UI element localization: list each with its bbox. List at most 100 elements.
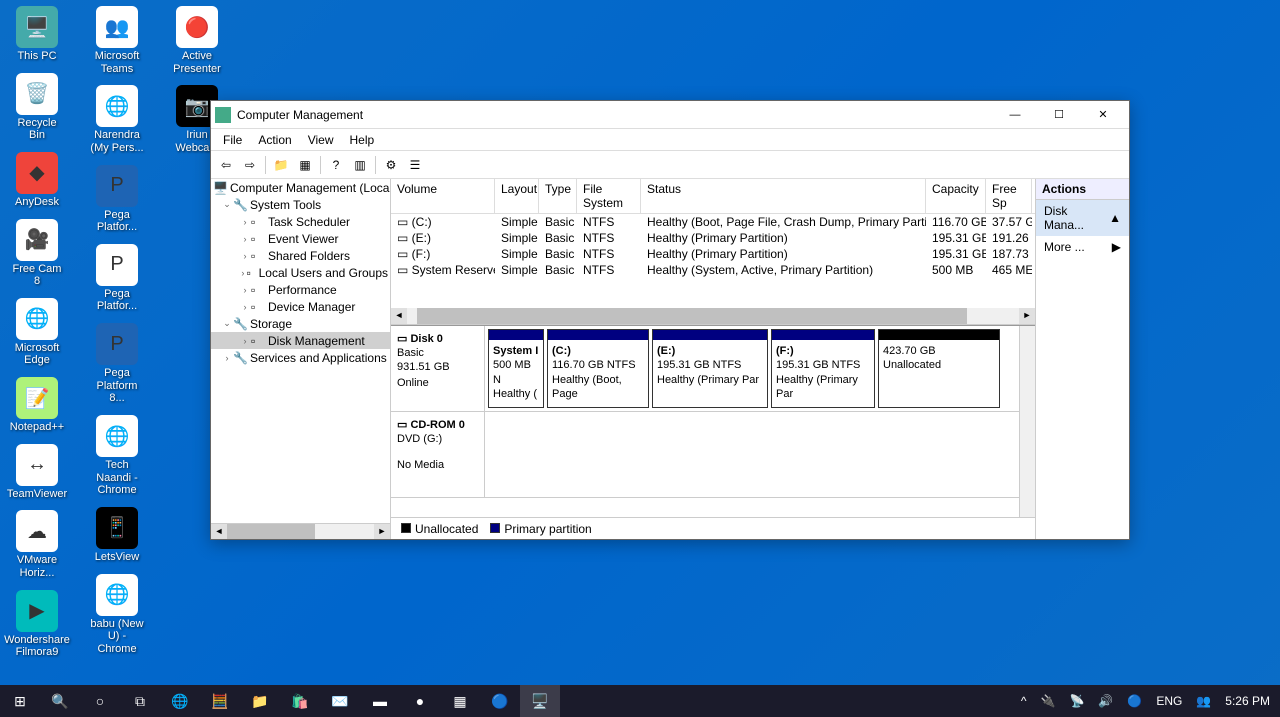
- volume-row[interactable]: ▭ (C:)SimpleBasic NTFSHealthy (Boot, Pag…: [391, 214, 1035, 230]
- edge-icon[interactable]: 🌐: [160, 685, 200, 717]
- tree-item[interactable]: ›▫Shared Folders: [211, 247, 390, 264]
- menubar: File Action View Help: [211, 129, 1129, 151]
- mail-icon[interactable]: ✉️: [320, 685, 360, 717]
- start-button[interactable]: ⊞: [0, 685, 40, 717]
- partition[interactable]: (C:)116.70 GB NTFSHealthy (Boot, Page: [547, 329, 649, 408]
- desktop-icon[interactable]: ◆AnyDesk: [6, 150, 68, 211]
- volume-hscrollbar[interactable]: ◄►: [391, 308, 1035, 324]
- tray-icon[interactable]: ENG: [1152, 694, 1186, 708]
- partition[interactable]: (E:)195.31 GB NTFSHealthy (Primary Par: [652, 329, 768, 408]
- tree-item[interactable]: ›▫Local Users and Groups: [211, 264, 390, 281]
- tree-root[interactable]: 🖥️Computer Management (Local: [211, 179, 390, 196]
- actions-item[interactable]: Disk Mana...▲: [1036, 200, 1129, 236]
- legend-item: Unallocated: [401, 522, 478, 536]
- column-header[interactable]: Type: [539, 179, 577, 213]
- calc-icon[interactable]: 🧮: [200, 685, 240, 717]
- taskview-icon[interactable]: ⧉: [120, 685, 160, 717]
- back-icon[interactable]: ⇦: [215, 154, 237, 176]
- disk-vscrollbar[interactable]: [1019, 326, 1035, 517]
- desktop-icon[interactable]: 🌐Tech Naandi - Chrome: [86, 413, 148, 499]
- desktop-icon[interactable]: 🔴Active Presenter: [166, 4, 228, 77]
- partition[interactable]: System I500 MB NHealthy (: [488, 329, 544, 408]
- column-header[interactable]: Status: [641, 179, 926, 213]
- compmgmt-icon[interactable]: 🖥️: [520, 685, 560, 717]
- minimize-button[interactable]: —: [993, 102, 1037, 128]
- disk-row[interactable]: ▭ Disk 0Basic931.51 GBOnline System I500…: [391, 326, 1019, 412]
- volume-row[interactable]: ▭ System ReservedSimpleBasic NTFSHealthy…: [391, 262, 1035, 278]
- view-icon[interactable]: ▦: [294, 154, 316, 176]
- app2-icon[interactable]: ●: [400, 685, 440, 717]
- tray-icon[interactable]: 📡: [1065, 694, 1088, 708]
- column-header[interactable]: Layout: [495, 179, 539, 213]
- desktop-icon[interactable]: 🌐babu (New U) - Chrome: [86, 572, 148, 658]
- menu-help[interactable]: Help: [342, 131, 383, 149]
- tray-icon[interactable]: 🔌: [1037, 694, 1060, 708]
- disk-graphical-view[interactable]: ▭ Disk 0Basic931.51 GBOnline System I500…: [391, 325, 1035, 517]
- app3-icon[interactable]: ▦: [440, 685, 480, 717]
- desktop-icon[interactable]: 📱LetsView: [86, 505, 148, 566]
- desktop-icon[interactable]: ▶Wondershare Filmora9: [6, 588, 68, 661]
- column-header[interactable]: Free Sp: [986, 179, 1032, 213]
- tray-icon[interactable]: ^: [1017, 694, 1031, 708]
- desktop-icon[interactable]: 🖥️This PC: [6, 4, 68, 65]
- menu-file[interactable]: File: [215, 131, 250, 149]
- desktop-icon[interactable]: 🌐Microsoft Edge: [6, 296, 68, 369]
- list-icon[interactable]: ☰: [404, 154, 426, 176]
- tray-icon[interactable]: 👥: [1192, 694, 1215, 708]
- up-icon[interactable]: 📁: [270, 154, 292, 176]
- desktop-icon[interactable]: 📝Notepad++: [6, 375, 68, 436]
- explorer-icon[interactable]: 📁: [240, 685, 280, 717]
- desktop-icon[interactable]: 👥Microsoft Teams: [86, 4, 148, 77]
- settings-icon[interactable]: ⚙: [380, 154, 402, 176]
- menu-action[interactable]: Action: [250, 131, 299, 149]
- clock[interactable]: 5:26 PM: [1221, 694, 1274, 708]
- tree-group[interactable]: ›🔧Services and Applications: [211, 349, 390, 366]
- taskbar[interactable]: ⊞ 🔍 ○ ⧉ 🌐 🧮 📁 🛍️ ✉️ ▬ ● ▦ 🔵 🖥️ ^ 🔌 📡 🔊 🔵 ENG 👥…: [0, 685, 1280, 717]
- titlebar[interactable]: Computer Management — ☐ ✕: [211, 101, 1129, 129]
- refresh-icon[interactable]: ▥: [349, 154, 371, 176]
- volume-row[interactable]: ▭ (E:)SimpleBasic NTFSHealthy (Primary P…: [391, 230, 1035, 246]
- volume-row[interactable]: ▭ (F:)SimpleBasic NTFSHealthy (Primary P…: [391, 246, 1035, 262]
- column-header[interactable]: Capacity: [926, 179, 986, 213]
- tree-hscrollbar[interactable]: ◄►: [211, 523, 390, 539]
- store-icon[interactable]: 🛍️: [280, 685, 320, 717]
- column-header[interactable]: Volume: [391, 179, 495, 213]
- partition[interactable]: (F:)195.31 GB NTFSHealthy (Primary Par: [771, 329, 875, 408]
- legend: UnallocatedPrimary partition: [391, 517, 1035, 539]
- desktop-icon[interactable]: PPega Platform 8...: [86, 321, 148, 407]
- maximize-button[interactable]: ☐: [1037, 102, 1081, 128]
- tree-item[interactable]: ›▫Task Scheduler: [211, 213, 390, 230]
- app1-icon[interactable]: ▬: [360, 685, 400, 717]
- desktop-icon[interactable]: 🗑️Recycle Bin: [6, 71, 68, 144]
- tray-icon[interactable]: 🔊: [1094, 694, 1117, 708]
- tree-item[interactable]: ›▫Performance: [211, 281, 390, 298]
- desktop-icon[interactable]: 🎥Free Cam 8: [6, 217, 68, 290]
- column-header[interactable]: File System: [577, 179, 641, 213]
- tree-item[interactable]: ›▫Event Viewer: [211, 230, 390, 247]
- system-tray[interactable]: ^ 🔌 📡 🔊 🔵 ENG 👥 5:26 PM: [1011, 694, 1280, 708]
- app-icon: [215, 107, 231, 123]
- help-icon[interactable]: ?: [325, 154, 347, 176]
- close-button[interactable]: ✕: [1081, 102, 1125, 128]
- desktop-icon[interactable]: ☁VMware Horiz...: [6, 508, 68, 581]
- tree-item[interactable]: ›▫Device Manager: [211, 298, 390, 315]
- desktop-icon[interactable]: 🌐Narendra (My Pers...: [86, 83, 148, 156]
- tree-item[interactable]: ›▫Disk Management: [211, 332, 390, 349]
- menu-view[interactable]: View: [300, 131, 342, 149]
- desktop-icon[interactable]: PPega Platfor...: [86, 242, 148, 315]
- disk-row[interactable]: ▭ CD-ROM 0DVD (G:)No Media: [391, 412, 1019, 498]
- chrome-icon[interactable]: 🔵: [480, 685, 520, 717]
- forward-icon[interactable]: ⇨: [239, 154, 261, 176]
- desktop-icon[interactable]: PPega Platfor...: [86, 163, 148, 236]
- window-title: Computer Management: [237, 108, 993, 122]
- navigation-tree[interactable]: 🖥️Computer Management (Local⌄🔧System Too…: [211, 179, 391, 539]
- desktop-icon[interactable]: ↔TeamViewer: [6, 442, 68, 503]
- volume-list[interactable]: VolumeLayoutTypeFile SystemStatusCapacit…: [391, 179, 1035, 325]
- cortana-icon[interactable]: ○: [80, 685, 120, 717]
- search-icon[interactable]: 🔍: [40, 685, 80, 717]
- tray-icon[interactable]: 🔵: [1123, 694, 1146, 708]
- tree-group[interactable]: ⌄🔧Storage: [211, 315, 390, 332]
- actions-item[interactable]: More ...▶: [1036, 236, 1129, 258]
- tree-group[interactable]: ⌄🔧System Tools: [211, 196, 390, 213]
- partition[interactable]: 423.70 GBUnallocated: [878, 329, 1000, 408]
